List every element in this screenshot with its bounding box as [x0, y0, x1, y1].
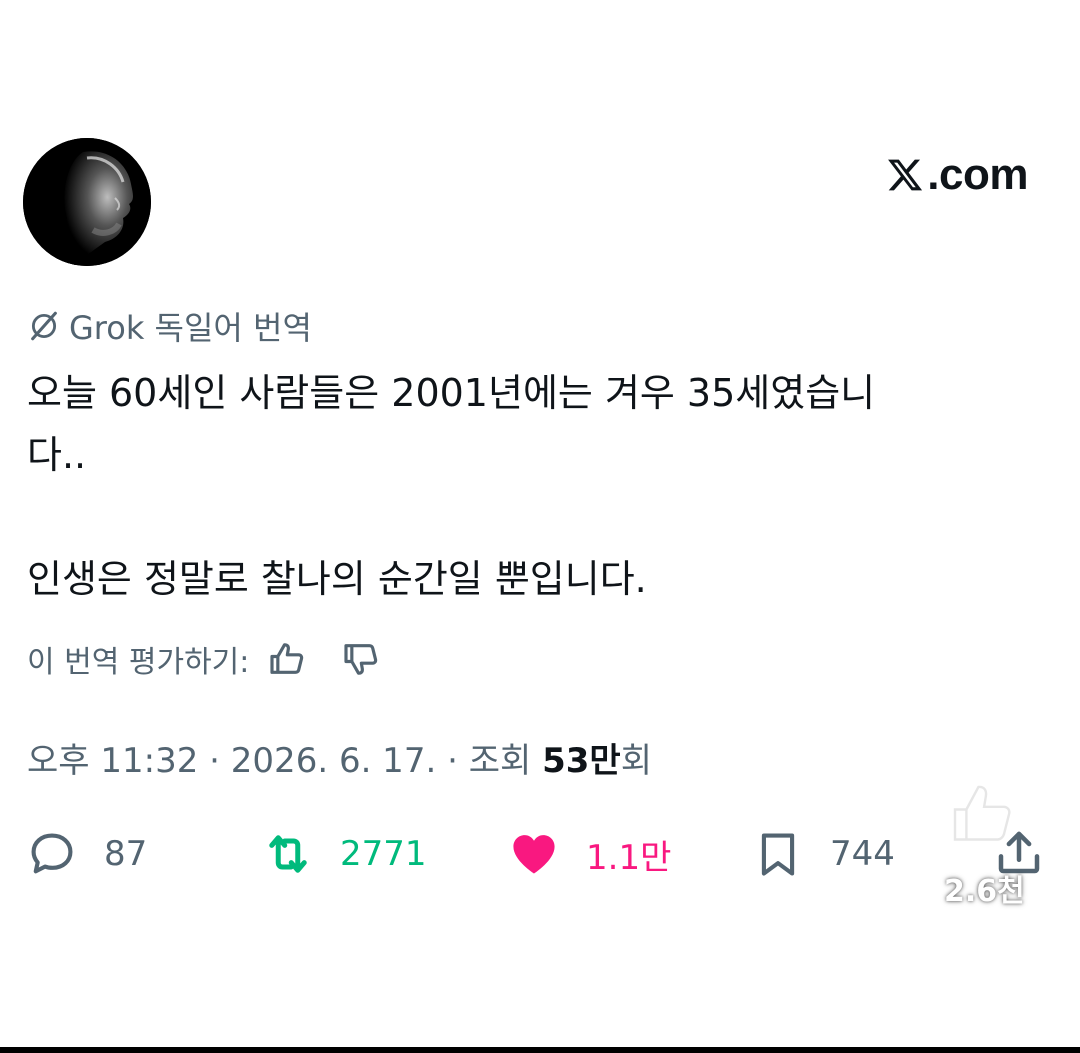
x-com-brand: .com: [886, 150, 1028, 200]
tweet-meta: 오후 11:32 · 2026. 6. 17. · 조회 53만회: [27, 733, 652, 782]
views-suffix: 회: [620, 741, 652, 781]
reply-button[interactable]: 87: [26, 828, 147, 880]
views-label: 조회: [468, 741, 532, 781]
thumbs-up-icon[interactable]: [267, 639, 307, 679]
repost-count: 2771: [340, 834, 427, 874]
thumbs-down-icon[interactable]: [341, 639, 381, 679]
tweet-text: 오늘 60세인 사람들은 2001년에는 겨우 35세였습니 다.. 인생은 정…: [27, 362, 1037, 610]
overlay-thumbs-down-icon[interactable]: [952, 960, 1020, 1028]
translation-text: Grok 독일어 번역: [69, 309, 312, 347]
like-button[interactable]: 1.1만: [508, 828, 671, 880]
tweet-line: 인생은 정말로 찰나의 순간일 뿐입니다.: [27, 557, 647, 601]
heart-icon: [513, 835, 555, 874]
overlay-thumbs-up-icon[interactable]: [946, 778, 1018, 850]
bottom-divider: [0, 1047, 1080, 1053]
reply-count: 87: [104, 834, 148, 874]
overlay-like-count: 2.6천: [944, 874, 1025, 909]
reply-icon: [31, 833, 73, 874]
bookmark-button[interactable]: 744: [752, 828, 895, 880]
repost-button[interactable]: 2771: [262, 828, 427, 880]
tweet-time[interactable]: 오후 11:32: [27, 741, 198, 781]
tweet-date[interactable]: 2026. 6. 17.: [231, 741, 436, 781]
bookmark-count: 744: [830, 834, 895, 874]
action-bar: 87 2771 1.1만 744: [0, 820, 1080, 890]
views-count: 53만: [542, 741, 621, 781]
translation-label: Grok 독일어 번역: [27, 303, 312, 349]
brand-text: .com: [927, 150, 1028, 199]
like-count: 1.1만: [586, 837, 672, 878]
meta-separator: ·: [209, 741, 220, 781]
bookmark-icon: [761, 833, 795, 876]
avatar[interactable]: [23, 138, 151, 266]
grok-icon: [31, 311, 57, 341]
rate-label: 이 번역 평가하기:: [27, 645, 250, 680]
meta-separator: ·: [447, 741, 458, 781]
rate-translation: 이 번역 평가하기:: [27, 637, 381, 681]
x-logo-icon: [888, 159, 923, 191]
tweet-line: 오늘 60세인 사람들은 2001년에는 겨우 35세였습니: [27, 371, 876, 415]
repost-icon: [269, 835, 307, 873]
tweet-line: 다..: [27, 433, 87, 477]
tweet-screenshot: .com Grok 독일어 번역 오늘 60세인 사람들은 2001년에는 겨우…: [0, 0, 1080, 1053]
